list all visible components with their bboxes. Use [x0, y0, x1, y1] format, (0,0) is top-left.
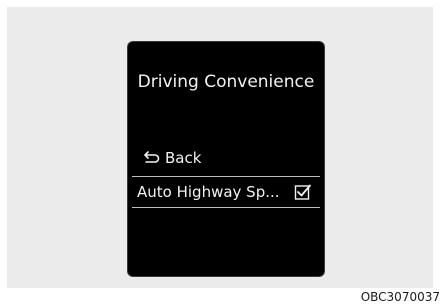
- menu-title: Driving Convenience: [137, 72, 315, 92]
- cluster-display: Driving Convenience Back Auto Highway Sp…: [128, 42, 324, 276]
- checkbox-checked-icon[interactable]: [294, 183, 312, 201]
- back-arrow-icon: [144, 151, 160, 163]
- menu-item-auto-highway-speed[interactable]: Auto Highway Sp...: [132, 176, 320, 208]
- figure-code: OBC3070037: [360, 290, 440, 304]
- back-menu-item[interactable]: Back: [132, 143, 320, 173]
- menu-item-label: Auto Highway Sp...: [137, 183, 280, 201]
- back-label: Back: [165, 149, 202, 167]
